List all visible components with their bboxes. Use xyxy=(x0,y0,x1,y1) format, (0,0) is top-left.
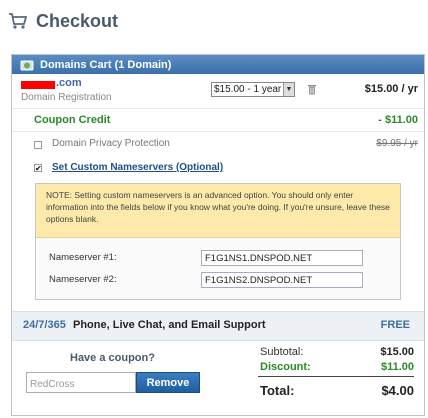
trash-icon[interactable] xyxy=(307,84,317,95)
cart-heading: Domains Cart (1 Domain) xyxy=(40,58,172,71)
subtotal-value: $15.00 xyxy=(380,346,414,358)
term-selected-value: $15.00 - 1 year xyxy=(214,84,282,95)
nameservers-link[interactable]: Set Custom Nameservers (Optional) xyxy=(52,162,223,173)
support-hours: 24/7/365 xyxy=(23,319,66,331)
coupon-credit-value: - $11.00 xyxy=(378,114,418,126)
redacted-domain-name xyxy=(21,81,55,89)
subtotal-label: Subtotal: xyxy=(260,346,304,358)
domain-price: $15.00 / yr xyxy=(364,83,418,95)
support-row: 24/7/365 Phone, Live Chat, and Email Sup… xyxy=(12,311,424,341)
subtotal-line: Subtotal: $15.00 xyxy=(258,346,414,361)
discount-line: Discount: $11.00 xyxy=(258,361,414,377)
coupon-input[interactable] xyxy=(26,372,136,393)
domain-type: Domain Registration xyxy=(21,92,112,103)
page-title: Checkout xyxy=(36,10,119,31)
ns2-label: Nameserver #2: xyxy=(49,274,117,285)
discount-label: Discount: xyxy=(260,361,311,373)
nameservers-checkbox[interactable]: ✔ xyxy=(34,164,42,173)
coupon-credit-label: Coupon Credit xyxy=(34,114,111,126)
remove-coupon-button[interactable]: Remove xyxy=(136,372,200,393)
total-label: Total: xyxy=(260,383,295,398)
support-price: FREE xyxy=(380,319,410,331)
total-line: Total: $4.00 xyxy=(258,383,414,401)
support-text: Phone, Live Chat, and Email Support xyxy=(73,319,266,331)
term-select[interactable]: $15.00 - 1 year ▼ xyxy=(211,82,295,97)
discount-value: $11.00 xyxy=(380,361,414,373)
cart-panel: Domains Cart (1 Domain) .com Domain Regi… xyxy=(11,54,425,416)
page-header: Checkout xyxy=(0,0,428,42)
coupon-heading: Have a coupon? xyxy=(70,352,155,364)
domain-tld: .com xyxy=(56,77,82,89)
domain-globe-icon xyxy=(20,60,34,70)
cart-heading-bar: Domains Cart (1 Domain) xyxy=(12,55,424,74)
ns1-label: Nameserver #1: xyxy=(49,252,117,263)
coupon-credit-row: Coupon Credit - $11.00 xyxy=(12,110,424,132)
privacy-price: $9.95 / yr xyxy=(376,138,418,149)
privacy-row: Domain Privacy Protection $9.95 / yr xyxy=(12,133,424,155)
nameservers-box: NOTE: Setting custom nameservers is an a… xyxy=(35,183,401,300)
ns2-input[interactable] xyxy=(201,272,363,288)
nameservers-note: NOTE: Setting custom nameservers is an a… xyxy=(36,184,400,238)
nameservers-row: ✔ Set Custom Nameservers (Optional) xyxy=(12,159,424,179)
domain-line-item: .com Domain Registration $15.00 - 1 year… xyxy=(12,75,424,109)
total-value: $4.00 xyxy=(381,383,414,398)
shopping-cart-icon xyxy=(9,13,28,29)
privacy-label: Domain Privacy Protection xyxy=(52,138,170,149)
ns1-input[interactable] xyxy=(201,250,363,266)
chevron-down-icon: ▼ xyxy=(283,83,294,96)
totals-block: Subtotal: $15.00 Discount: $11.00 Total:… xyxy=(258,346,414,401)
privacy-checkbox[interactable] xyxy=(34,141,42,149)
